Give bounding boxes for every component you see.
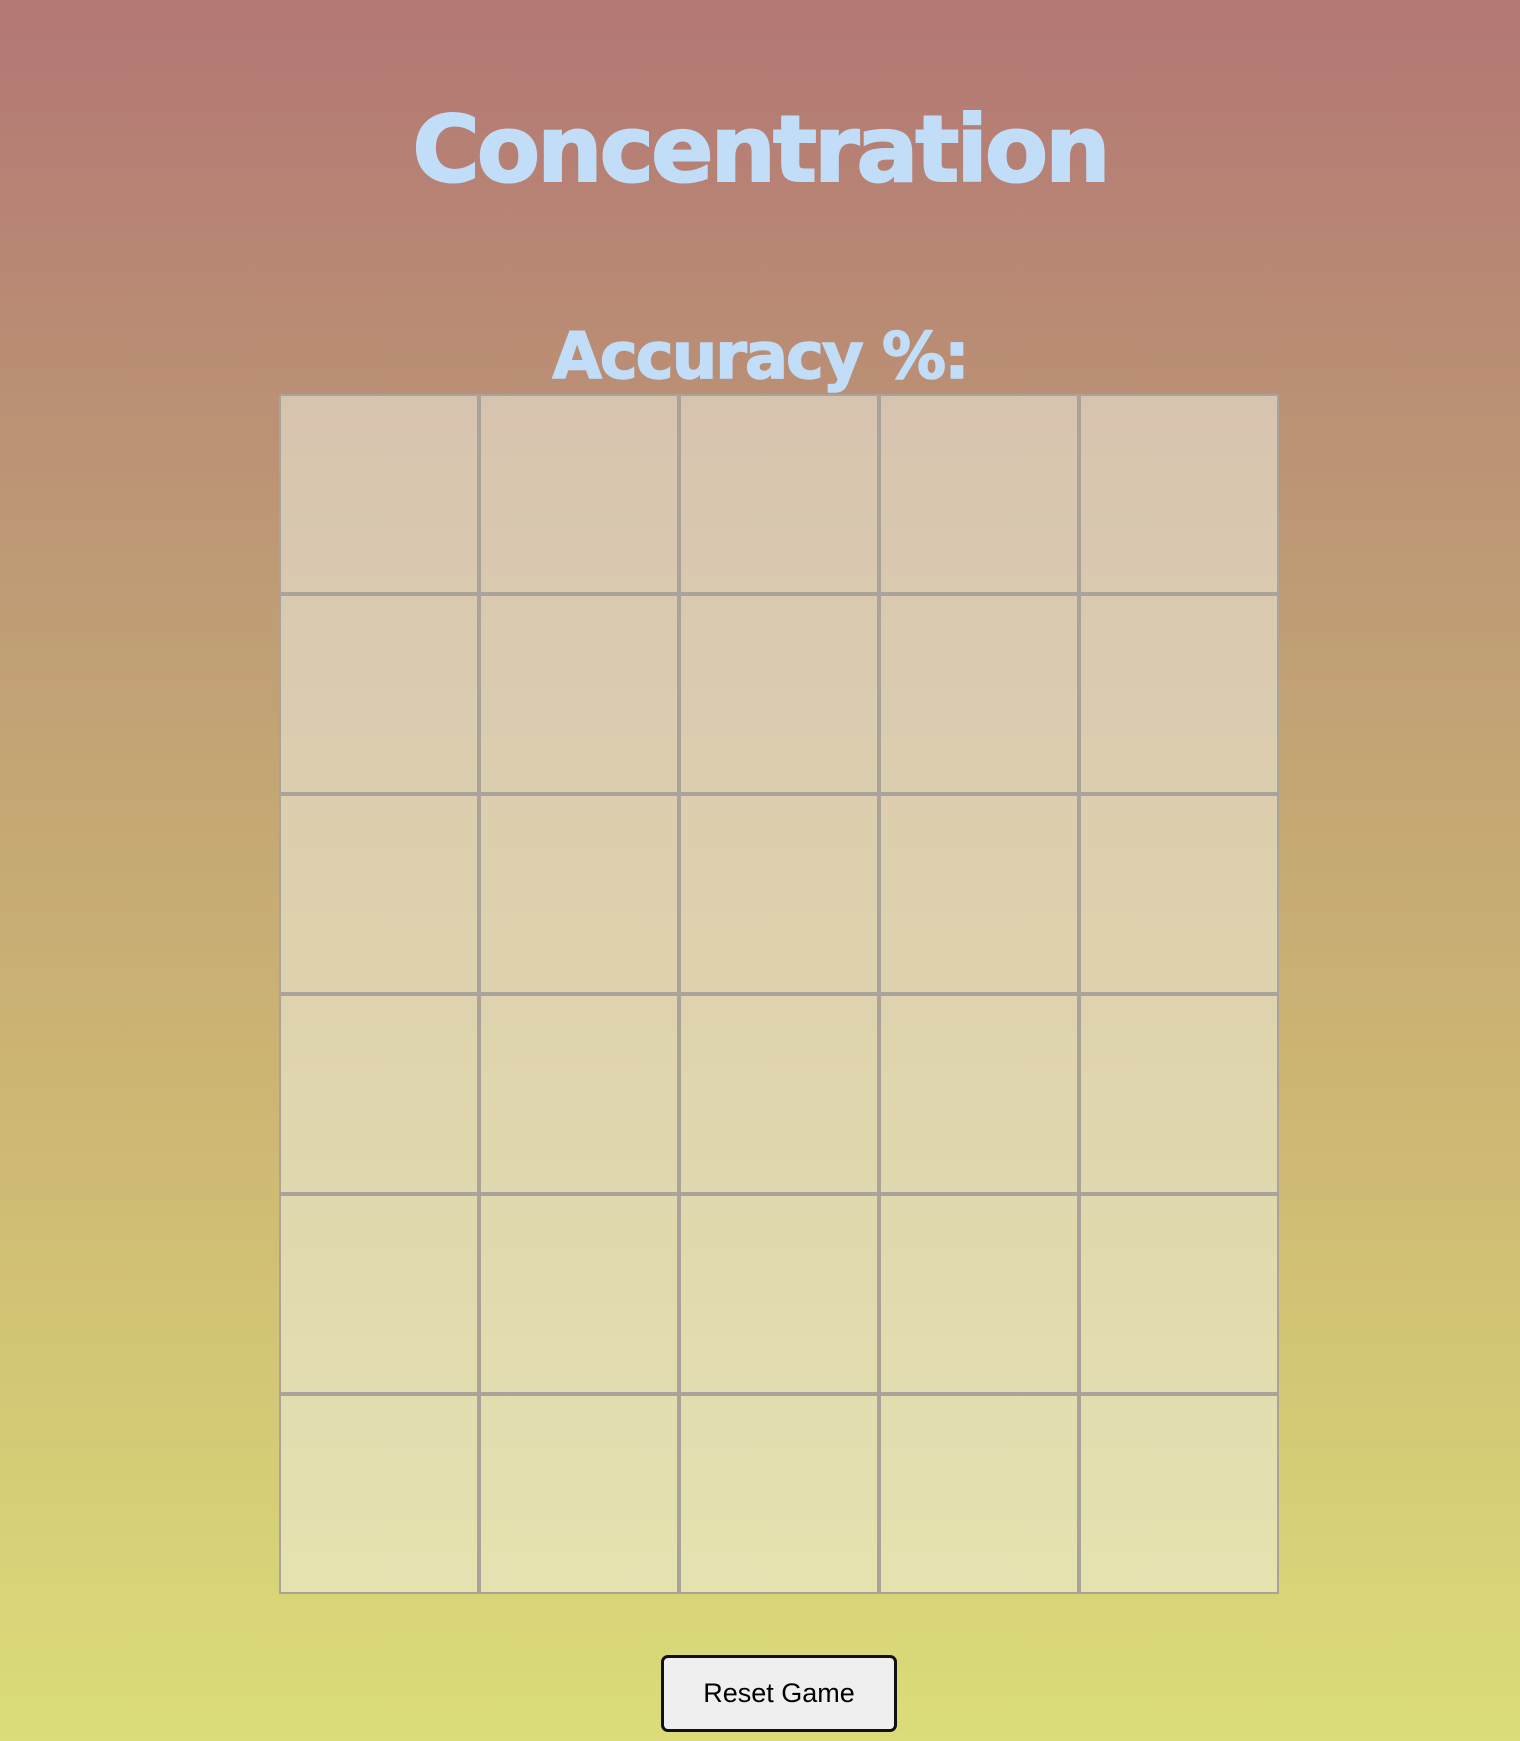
card-tile[interactable]	[1079, 794, 1279, 994]
card-tile[interactable]	[479, 594, 679, 794]
card-tile[interactable]	[279, 594, 479, 794]
game-title: Concentration	[411, 95, 1111, 204]
card-tile[interactable]	[1079, 594, 1279, 794]
card-tile[interactable]	[1079, 994, 1279, 1194]
card-tile[interactable]	[479, 1194, 679, 1394]
card-tile[interactable]	[879, 394, 1079, 594]
accuracy-label: Accuracy %:	[552, 319, 971, 395]
card-grid	[279, 394, 1279, 1594]
card-tile[interactable]	[879, 1194, 1079, 1394]
card-tile[interactable]	[1079, 1394, 1279, 1594]
accuracy-display: Accuracy %:	[0, 315, 1520, 399]
card-tile[interactable]	[879, 594, 1079, 794]
card-tile[interactable]	[279, 994, 479, 1194]
card-tile[interactable]	[1079, 1194, 1279, 1394]
card-tile[interactable]	[879, 994, 1079, 1194]
card-tile[interactable]	[679, 794, 879, 994]
card-tile[interactable]	[479, 394, 679, 594]
card-tile[interactable]	[679, 1394, 879, 1594]
card-tile[interactable]	[679, 394, 879, 594]
card-tile[interactable]	[1079, 394, 1279, 594]
card-tile[interactable]	[679, 1194, 879, 1394]
card-tile[interactable]	[279, 394, 479, 594]
card-tile[interactable]	[279, 1394, 479, 1594]
card-tile[interactable]	[679, 594, 879, 794]
card-tile[interactable]	[279, 1194, 479, 1394]
reset-game-button[interactable]: Reset Game	[661, 1655, 897, 1732]
card-tile[interactable]	[479, 794, 679, 994]
card-tile[interactable]	[479, 994, 679, 1194]
card-tile[interactable]	[879, 1394, 1079, 1594]
card-tile[interactable]	[879, 794, 1079, 994]
card-tile[interactable]	[479, 1394, 679, 1594]
card-tile[interactable]	[679, 994, 879, 1194]
card-tile[interactable]	[279, 794, 479, 994]
